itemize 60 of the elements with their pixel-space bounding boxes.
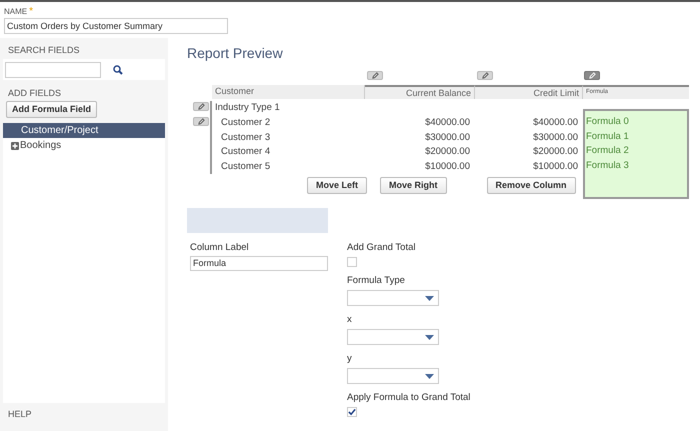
tree-item[interactable]: Customer/Project: [3, 123, 165, 138]
dropdown-caret-icon: [425, 296, 434, 300]
edit-button[interactable]: [367, 71, 383, 80]
table-cell-text: $30000.00: [424, 130, 471, 145]
column-label-field[interactable]: Formula: [190, 256, 328, 271]
edit-button[interactable]: [477, 71, 493, 80]
table-cell-text: Formula 1: [585, 130, 630, 144]
search-field[interactable]: [5, 62, 101, 78]
field-label: x: [347, 314, 353, 326]
table-cell-text: Formula 2: [585, 144, 630, 158]
field-label: Formula Type: [347, 275, 406, 287]
edit-button[interactable]: [193, 117, 209, 126]
action-button[interactable]: Remove Column: [486, 177, 576, 194]
checkbox[interactable]: [347, 407, 357, 417]
field-label: Column Label: [189, 242, 250, 254]
column-header[interactable]: Customer: [212, 85, 365, 99]
table-cell-text: Customer 5: [220, 160, 272, 174]
table-cell-text: $30000.00: [532, 130, 579, 145]
table-cell-text: $40000.00: [532, 116, 579, 130]
action-button[interactable]: Move Left: [307, 177, 368, 194]
field-label: NAME: [4, 7, 28, 16]
group-cell-text: Industry Type 1: [214, 101, 281, 116]
action-button[interactable]: Move Right: [380, 177, 447, 194]
table-cell-text: Customer 3: [220, 130, 272, 145]
table-cell-text: Formula 0: [585, 115, 630, 129]
field-label: y: [347, 353, 353, 365]
column-header[interactable]: Current Balance: [365, 85, 475, 99]
table-cell-text: $20000.00: [424, 145, 471, 160]
table-cell-text: $10000.00: [532, 160, 579, 174]
section-label: ADD FIELDS: [7, 87, 62, 99]
pencil-icon: [198, 103, 204, 110]
edit-button[interactable]: [193, 102, 209, 111]
name-field[interactable]: Custom Orders by Customer Summary: [4, 18, 228, 34]
expand-plus-icon[interactable]: [11, 142, 19, 150]
dropdown-caret-icon: [425, 334, 434, 340]
table-cell-text: $40000.00: [424, 116, 471, 130]
required-mark: *: [29, 7, 34, 16]
add-formula-field-button[interactable]: Add Formula Field: [6, 101, 97, 118]
search-icon[interactable]: [113, 64, 123, 74]
help-label: HELP: [7, 408, 33, 420]
field-label: Apply Formula to Grand Total: [347, 392, 470, 404]
pencil-icon: [198, 118, 204, 125]
report-preview-title: Report Preview: [187, 45, 284, 61]
edit-button[interactable]: [584, 71, 600, 80]
dropdown-field[interactable]: [347, 329, 439, 345]
pencil-icon: [372, 72, 378, 79]
field-label: Add Grand Total: [347, 242, 416, 254]
dropdown-field[interactable]: [347, 368, 439, 384]
section-label: SEARCH FIELDS: [7, 44, 81, 56]
dropdown-field[interactable]: [347, 290, 439, 306]
table-cell-text: Customer 2: [220, 116, 272, 130]
column-header[interactable]: Credit Limit: [475, 85, 583, 99]
dropdown-caret-icon: [425, 374, 434, 378]
pencil-icon: [588, 72, 596, 79]
table-cell-text: Customer 4: [220, 145, 272, 160]
table-cell-text: Formula 3: [585, 159, 630, 174]
tree-item[interactable]: Bookings: [3, 138, 165, 153]
table-cell-text: $10000.00: [424, 160, 471, 174]
table-cell-text: $20000.00: [532, 145, 579, 160]
pencil-icon: [482, 72, 488, 79]
